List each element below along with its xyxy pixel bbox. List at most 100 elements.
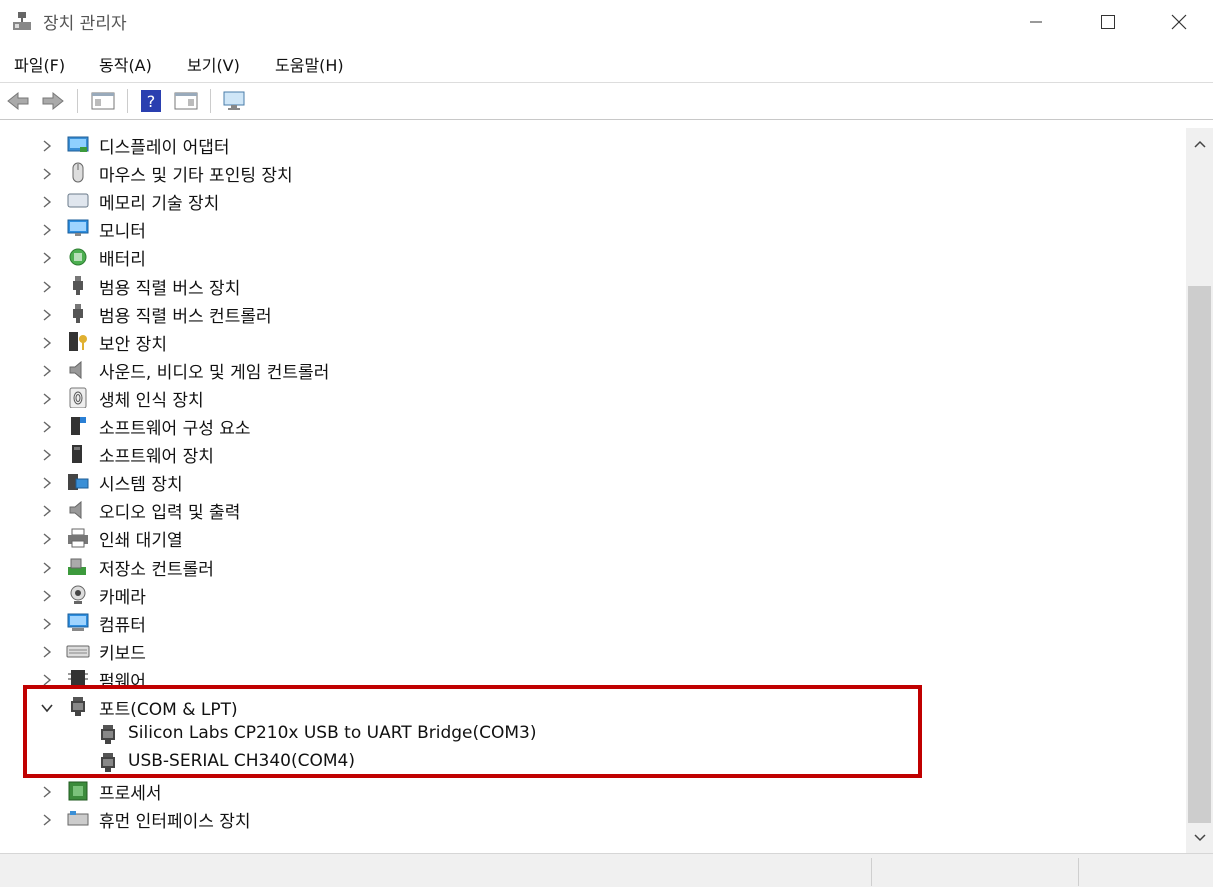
chevron-right-icon[interactable]	[40, 250, 54, 264]
tree-item-label: 오디오 입력 및 출력	[99, 503, 241, 524]
tree-category[interactable]: 생체 인식 장치	[0, 383, 1185, 411]
minimize-button[interactable]	[1000, 0, 1072, 44]
tree-item-label: 포트(COM & LPT)	[99, 700, 238, 720]
tree-category[interactable]: 인쇄 대기열	[0, 523, 1185, 551]
tree-category[interactable]: 디스플레이 어댑터	[0, 130, 1185, 158]
vertical-scrollbar[interactable]	[1186, 128, 1213, 853]
security-device-icon	[66, 330, 90, 352]
memory-device-icon	[66, 189, 90, 211]
port-icon	[96, 751, 120, 773]
tree-child-item[interactable]: Silicon Labs CP210x USB to UART Bridge(C…	[0, 720, 1185, 748]
chevron-right-icon[interactable]	[40, 560, 54, 574]
chevron-right-icon[interactable]	[40, 363, 54, 377]
chevron-right-icon[interactable]	[40, 588, 54, 602]
tree-category[interactable]: 펌웨어	[0, 664, 1185, 692]
chevron-right-icon[interactable]	[40, 279, 54, 293]
properties-icon[interactable]	[173, 89, 199, 113]
menu-action[interactable]: 동작(A)	[99, 52, 152, 76]
tree-item-label: 키보드	[99, 643, 146, 664]
title-bar: 장치 관리자	[0, 0, 1213, 44]
chevron-right-icon[interactable]	[40, 447, 54, 461]
scroll-up-icon[interactable]	[1186, 128, 1213, 160]
chevron-right-icon[interactable]	[40, 531, 54, 545]
chevron-right-icon[interactable]	[40, 419, 54, 433]
speaker-icon	[66, 358, 90, 380]
chevron-right-icon[interactable]	[40, 335, 54, 349]
tree-category[interactable]: 범용 직렬 버스 컨트롤러	[0, 299, 1185, 327]
tree-category[interactable]: 사운드, 비디오 및 게임 컨트롤러	[0, 355, 1185, 383]
keyboard-icon	[66, 639, 90, 661]
tree-category[interactable]: 저장소 컨트롤러	[0, 552, 1185, 580]
tree-item-label: 범용 직렬 버스 장치	[99, 278, 241, 299]
chevron-right-icon[interactable]	[40, 307, 54, 321]
chevron-right-icon[interactable]	[40, 503, 54, 517]
tree-category[interactable]: 휴먼 인터페이스 장치	[0, 804, 1185, 832]
tree-item-label: 카메라	[99, 587, 146, 608]
software-device-icon	[66, 442, 90, 464]
tree-item-label: 마우스 및 기타 포인팅 장치	[99, 166, 293, 187]
tree-item-label: 생체 인식 장치	[99, 390, 204, 411]
tree-item-label: USB-SERIAL CH340(COM4)	[128, 751, 355, 772]
tree-category[interactable]: 모니터	[0, 214, 1185, 242]
chevron-right-icon[interactable]	[40, 166, 54, 180]
tree-category[interactable]: 소프트웨어 구성 요소	[0, 411, 1185, 439]
chevron-right-icon[interactable]	[40, 475, 54, 489]
device-manager-icon	[12, 11, 32, 31]
tree-item-label: 시스템 장치	[99, 475, 183, 496]
display-adapter-icon	[66, 133, 90, 155]
tree-category[interactable]: 포트(COM & LPT)	[0, 692, 1185, 720]
scan-hardware-icon[interactable]	[222, 89, 248, 113]
chevron-right-icon[interactable]	[40, 616, 54, 630]
chevron-right-icon[interactable]	[40, 672, 54, 686]
menu-bar: 파일(F) 동작(A) 보기(V) 도움말(H)	[0, 44, 1213, 83]
chevron-right-icon[interactable]	[40, 812, 54, 826]
forward-button[interactable]	[40, 89, 66, 113]
tree-category[interactable]: 메모리 기술 장치	[0, 186, 1185, 214]
chevron-right-icon[interactable]	[40, 138, 54, 152]
usb-device-icon	[66, 274, 90, 296]
tree-item-label: 모니터	[99, 222, 146, 243]
tree-category[interactable]: 보안 장치	[0, 327, 1185, 355]
show-hide-console-tree-icon[interactable]	[90, 89, 116, 113]
chevron-right-icon[interactable]	[40, 644, 54, 658]
tree-child-item[interactable]: USB-SERIAL CH340(COM4)	[0, 748, 1185, 776]
menu-view[interactable]: 보기(V)	[187, 52, 240, 76]
menu-file[interactable]: 파일(F)	[14, 52, 65, 76]
chevron-right-icon[interactable]	[40, 391, 54, 405]
chevron-right-icon[interactable]	[40, 194, 54, 208]
tree-category[interactable]: 마우스 및 기타 포인팅 장치	[0, 158, 1185, 186]
processor-icon	[66, 779, 90, 801]
tree-item-label: 인쇄 대기열	[99, 531, 183, 552]
menu-help[interactable]: 도움말(H)	[275, 52, 344, 76]
tree-category[interactable]: 오디오 입력 및 출력	[0, 495, 1185, 523]
tree-category[interactable]: 배터리	[0, 242, 1185, 270]
tree-item-label: 프로세서	[99, 784, 162, 805]
close-button[interactable]	[1143, 0, 1213, 44]
tree-item-label: 배터리	[99, 250, 146, 271]
tree-category[interactable]: 범용 직렬 버스 장치	[0, 271, 1185, 299]
tree-category[interactable]: 시스템 장치	[0, 467, 1185, 495]
scroll-down-icon[interactable]	[1186, 823, 1213, 853]
tree-category[interactable]: 키보드	[0, 636, 1185, 664]
status-bar	[0, 853, 1213, 887]
tree-item-label: 보안 장치	[99, 334, 167, 355]
tree-item-label: 저장소 컨트롤러	[99, 559, 214, 580]
tree-item-label: Silicon Labs CP210x USB to UART Bridge(C…	[128, 723, 537, 744]
tree-category[interactable]: 소프트웨어 장치	[0, 439, 1185, 467]
scrollbar-thumb[interactable]	[1188, 286, 1211, 823]
mouse-icon	[66, 161, 90, 183]
maximize-button[interactable]	[1072, 0, 1144, 44]
window-title: 장치 관리자	[43, 14, 127, 34]
help-icon[interactable]: ?	[138, 89, 164, 113]
chevron-right-icon[interactable]	[40, 222, 54, 236]
tree-item-label: 소프트웨어 구성 요소	[99, 419, 251, 439]
back-button[interactable]	[5, 89, 31, 113]
tree-category[interactable]: 프로세서	[0, 776, 1185, 804]
chevron-right-icon[interactable]	[40, 784, 54, 798]
tree-item-label: 사운드, 비디오 및 게임 컨트롤러	[99, 362, 330, 383]
tree-category[interactable]: 컴퓨터	[0, 608, 1185, 636]
tree-category[interactable]: 카메라	[0, 580, 1185, 608]
chevron-down-icon[interactable]	[40, 700, 54, 714]
system-device-icon	[66, 470, 90, 492]
device-tree: 디스플레이 어댑터마우스 및 기타 포인팅 장치 메모리 기술 장치모니터배터리범…	[0, 128, 1185, 853]
